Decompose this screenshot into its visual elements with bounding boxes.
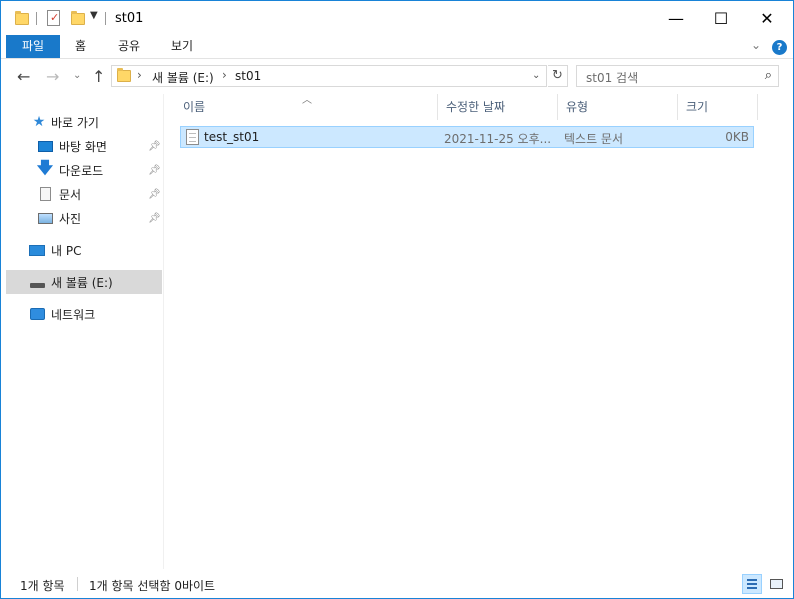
forward-arrow-icon[interactable]: → — [46, 67, 59, 86]
large-icons-view-icon[interactable] — [766, 574, 786, 594]
recent-locations-chevron-icon[interactable]: ⌄ — [73, 70, 81, 81]
maximize-button[interactable]: ☐ — [698, 1, 744, 35]
nav-label: 네트워크 — [51, 307, 96, 322]
address-history-chevron-icon[interactable]: ⌄ — [532, 70, 540, 81]
toolbar-divider — [105, 12, 106, 25]
search-box[interactable]: st01 검색 ⌕ — [576, 65, 779, 87]
nav-volume-e[interactable]: 새 볼륨 (E:) — [29, 271, 113, 293]
customize-quick-access-dropdown[interactable]: ▼ — [90, 10, 98, 21]
desktop-icon — [37, 139, 53, 153]
file-row[interactable]: test_st01 2021-11-25 오후... 텍스트 문서 0KB — [180, 126, 754, 148]
navigation-pane: ★ 바로 가기 바탕 화면 📌︎ 🡇 다운로드 📌︎ 문서 📌︎ 사진 📌︎ 내… — [1, 94, 164, 569]
star-icon: ★ — [32, 114, 46, 130]
search-input[interactable]: st01 검색 — [586, 69, 638, 86]
nav-item-documents[interactable]: 문서 — [37, 183, 81, 205]
folder-icon — [15, 9, 29, 29]
up-arrow-icon[interactable]: ↑ — [92, 67, 105, 86]
pictures-icon — [37, 211, 53, 225]
status-bar: 1개 항목 1개 항목 선택함 0바이트 — [1, 569, 793, 598]
pin-icon[interactable]: 📌︎ — [148, 141, 161, 152]
nav-label: 바로 가기 — [51, 115, 99, 130]
drive-icon — [29, 275, 45, 289]
status-item-count: 1개 항목 — [20, 579, 65, 593]
file-name: test_st01 — [204, 130, 260, 144]
close-button[interactable]: ✕ — [744, 1, 790, 35]
tab-file[interactable]: 파일 — [6, 35, 61, 58]
breadcrumb-folder[interactable]: st01 — [235, 69, 261, 83]
nav-quick-access[interactable]: ★ 바로 가기 — [31, 111, 99, 133]
network-icon — [29, 307, 45, 321]
nav-item-downloads[interactable]: 🡇 다운로드 — [36, 157, 104, 181]
address-bar[interactable]: › 새 볼륨 (E:) › st01 ⌄ — [111, 65, 547, 87]
pin-icon[interactable]: 📌︎ — [148, 189, 161, 200]
pin-icon[interactable]: 📌︎ — [148, 213, 161, 224]
expand-ribbon-chevron-icon[interactable]: ⌄ — [751, 38, 761, 52]
file-list: ︿ 이름 수정한 날짜 유형 크기 test_st01 2021-11-25 오… — [165, 94, 793, 569]
breadcrumb-separator-icon[interactable]: › — [137, 68, 142, 82]
nav-label: 다운로드 — [59, 163, 104, 178]
download-icon: 🡇 — [36, 157, 54, 177]
breadcrumb-volume[interactable]: 새 볼륨 (E:) — [152, 69, 214, 86]
properties-quick-access-icon[interactable]: ✓ — [47, 10, 60, 26]
nav-item-pictures[interactable]: 사진 — [37, 207, 81, 229]
status-selection: 1개 항목 선택함 0바이트 — [89, 579, 216, 593]
column-header-modified[interactable]: 수정한 날짜 — [438, 94, 558, 120]
ribbon-tabs: 파일 홈 공유 보기 ⌄ ? — [1, 35, 793, 59]
nav-network[interactable]: 네트워크 — [29, 303, 95, 325]
window-title: st01 — [115, 11, 144, 26]
minimize-button[interactable]: — — [653, 1, 699, 35]
explorer-window: ✓ ▼ st01 — ☐ ✕ 파일 홈 공유 보기 ⌄ ? ← → ⌄ ↑ › … — [0, 0, 794, 599]
nav-label: 내 PC — [51, 243, 82, 258]
text-document-icon — [186, 129, 199, 145]
nav-label: 새 볼륨 (E:) — [51, 275, 113, 290]
new-folder-quick-access-icon[interactable] — [71, 9, 85, 29]
search-icon[interactable]: ⌕ — [765, 68, 772, 83]
nav-label: 문서 — [59, 187, 82, 202]
nav-label: 바탕 화면 — [59, 139, 107, 154]
help-icon[interactable]: ? — [772, 40, 787, 55]
computer-icon — [29, 243, 45, 257]
column-header-name[interactable]: 이름 — [175, 94, 438, 120]
refresh-icon[interactable]: ↻ — [548, 65, 568, 87]
file-type: 텍스트 문서 — [564, 132, 624, 146]
column-header-type[interactable]: 유형 — [558, 94, 678, 120]
breadcrumb-separator-icon[interactable]: › — [222, 68, 227, 82]
status-divider — [77, 577, 78, 591]
details-view-icon[interactable] — [742, 574, 762, 594]
file-size: 0KB — [725, 130, 749, 144]
nav-label: 사진 — [59, 211, 82, 226]
back-arrow-icon[interactable]: ← — [17, 67, 30, 86]
toolbar-divider — [36, 12, 37, 25]
title-bar: ✓ ▼ st01 — ☐ ✕ — [1, 1, 793, 35]
nav-item-desktop[interactable]: 바탕 화면 — [37, 135, 107, 157]
column-header-size[interactable]: 크기 — [678, 94, 758, 120]
file-modified: 2021-11-25 오후... — [444, 132, 552, 146]
nav-this-pc[interactable]: 내 PC — [29, 239, 81, 261]
address-bar-row: ← → ⌄ ↑ › 새 볼륨 (E:) › st01 ⌄ ↻ st01 검색 ⌕ — [1, 59, 793, 94]
tab-view[interactable]: 보기 — [160, 35, 204, 58]
tab-home[interactable]: 홈 — [64, 35, 97, 58]
tab-share[interactable]: 공유 — [107, 35, 151, 58]
documents-icon — [37, 187, 53, 201]
folder-icon — [117, 68, 131, 82]
pin-icon[interactable]: 📌︎ — [148, 165, 161, 176]
